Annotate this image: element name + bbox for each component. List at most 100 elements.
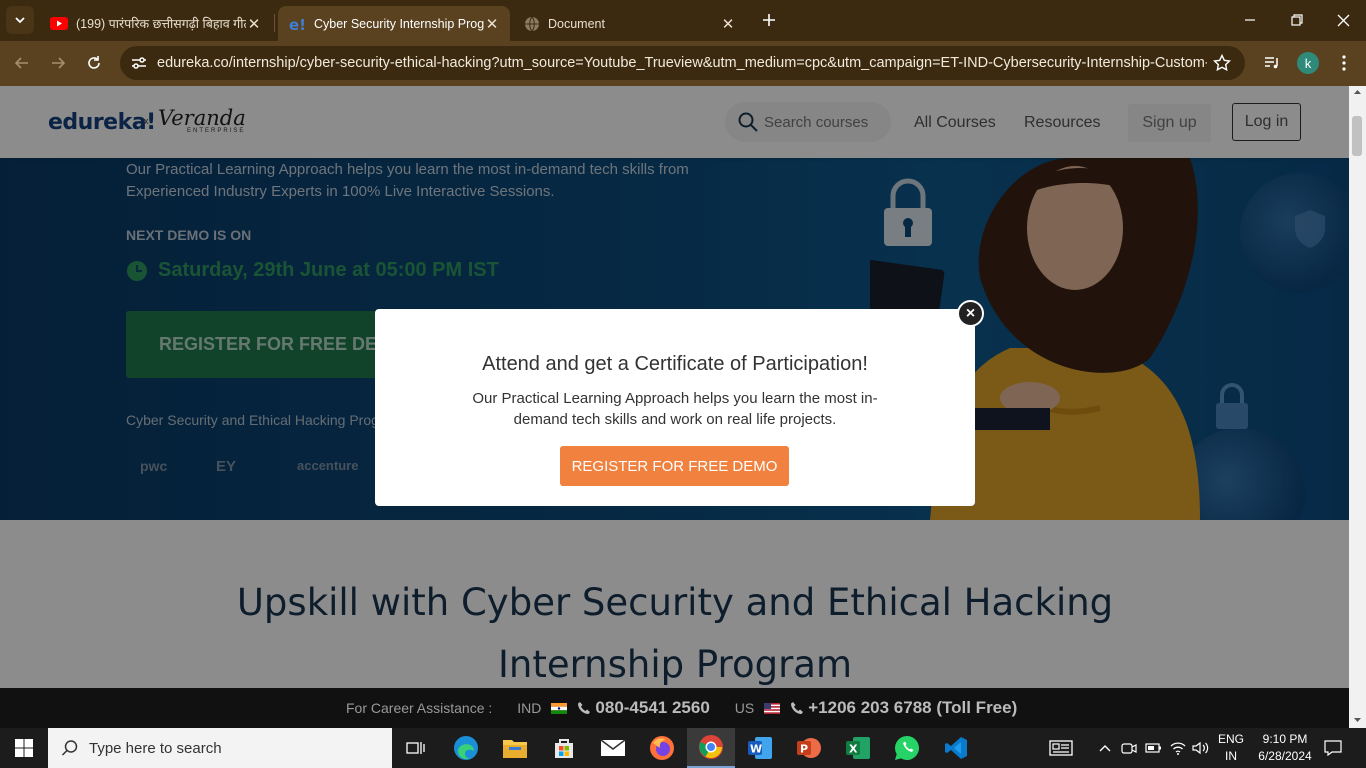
close-window-button[interactable] <box>1326 6 1360 34</box>
powerpoint-icon: P <box>797 738 821 758</box>
demo-modal: Attend and get a Certificate of Particip… <box>375 309 975 506</box>
phone-icon <box>790 701 804 715</box>
taskbar-word[interactable]: W <box>736 728 784 768</box>
playlist-icon <box>1265 57 1278 69</box>
site-settings-icon[interactable] <box>131 56 147 70</box>
page-scrollbar[interactable] <box>1349 86 1366 728</box>
tray-camera[interactable] <box>1119 728 1139 768</box>
taskbar-excel[interactable]: X <box>834 728 882 768</box>
close-tab-icon[interactable]: ✕ <box>484 16 500 33</box>
start-button[interactable] <box>0 728 48 768</box>
tab-search-button[interactable] <box>6 6 34 34</box>
new-tab-button[interactable] <box>757 8 781 32</box>
restore-icon <box>1291 14 1303 26</box>
taskbar-firefox[interactable] <box>638 728 686 768</box>
modal-text: Our Practical Learning Approach helps yo… <box>472 390 878 428</box>
taskbar-vscode[interactable] <box>932 728 980 768</box>
taskbar-mail[interactable] <box>589 728 637 768</box>
ind-phone[interactable]: 080-4541 2560 <box>595 698 709 718</box>
scroll-up-icon[interactable] <box>1349 86 1366 98</box>
modal-register-button[interactable]: REGISTER FOR FREE DEMO <box>560 446 789 486</box>
vscode-icon <box>945 737 967 759</box>
phone-icon <box>577 701 591 715</box>
language-code: ENG <box>1218 732 1245 746</box>
media-controls-button[interactable] <box>1258 49 1286 77</box>
speaker-icon <box>1192 741 1209 755</box>
task-view-icon <box>406 742 425 754</box>
excel-icon: X <box>846 737 870 759</box>
plus-icon <box>763 14 775 26</box>
close-icon <box>1337 14 1349 26</box>
us-phone[interactable]: +1206 203 6788 (Toll Free) <box>808 698 1017 718</box>
edge-icon <box>454 736 478 760</box>
tray-volume[interactable] <box>1191 728 1211 768</box>
taskbar-file-explorer[interactable] <box>491 728 539 768</box>
scrollbar-thumb[interactable] <box>1352 116 1362 156</box>
search-icon <box>61 739 79 757</box>
arrow-right-icon <box>52 57 66 69</box>
browser-menu-button[interactable] <box>1330 49 1358 77</box>
tab-document[interactable]: Document ✕ <box>514 6 746 41</box>
tab-title: (199) पारंपरिक छत्तीसगढ़ी बिहाव गीत <box>76 17 246 31</box>
restore-button[interactable] <box>1280 6 1314 34</box>
forward-button[interactable] <box>44 49 72 77</box>
whatsapp-icon <box>894 736 919 760</box>
india-flag-icon <box>551 702 568 714</box>
clock-date: 6/28/2024 <box>1258 749 1312 763</box>
tab-edureka[interactable]: e! Cyber Security Internship Progr ✕ <box>278 6 510 41</box>
taskbar-chrome[interactable] <box>687 728 735 768</box>
back-button[interactable] <box>8 49 36 77</box>
chrome-icon <box>699 735 723 759</box>
news-icon <box>1049 740 1073 756</box>
modal-close-button[interactable]: × <box>957 300 984 327</box>
arrow-left-icon <box>14 57 28 69</box>
task-view-button[interactable] <box>392 728 440 768</box>
svg-text:X: X <box>849 743 858 756</box>
windows-logo-icon <box>15 739 33 757</box>
taskbar-microsoft-store[interactable] <box>540 728 588 768</box>
notification-center-button[interactable] <box>1322 728 1344 768</box>
taskbar-search-input[interactable]: Type here to search <box>48 728 392 768</box>
reload-button[interactable] <box>80 49 108 77</box>
tab-youtube[interactable]: (199) पारंपरिक छत्तीसगढ़ी बिहाव गीत ✕ <box>40 6 272 41</box>
chevron-down-icon <box>15 17 25 24</box>
url-text[interactable]: edureka.co/internship/cyber-security-eth… <box>157 55 1207 71</box>
taskbar-powerpoint[interactable]: P <box>785 728 833 768</box>
news-widget[interactable] <box>1044 728 1078 768</box>
chevron-up-icon <box>1099 745 1111 752</box>
minimize-icon <box>1245 19 1255 21</box>
windows-taskbar: Type here to search W P X ENG IN 9:10 PM… <box>0 728 1366 768</box>
mail-icon <box>600 739 626 756</box>
close-tab-icon[interactable]: ✕ <box>720 16 736 33</box>
firefox-icon <box>650 736 674 760</box>
tray-wifi[interactable] <box>1168 728 1188 768</box>
clock-time: 9:10 PM <box>1262 732 1308 746</box>
ind-label: IND <box>517 700 542 716</box>
minimize-button[interactable] <box>1233 6 1267 34</box>
address-bar[interactable]: edureka.co/internship/cyber-security-eth… <box>120 46 1245 80</box>
taskbar-clock[interactable]: 9:10 PM 6/28/2024 <box>1252 731 1318 765</box>
svg-text:e!: e! <box>289 16 306 33</box>
globe-icon <box>524 16 540 32</box>
taskbar-whatsapp[interactable] <box>883 728 931 768</box>
scroll-down-icon[interactable] <box>1349 714 1366 726</box>
taskbar-edge[interactable] <box>442 728 490 768</box>
browser-toolbar: edureka.co/internship/cyber-security-eth… <box>0 41 1366 86</box>
career-label: For Career Assistance : <box>346 700 493 716</box>
store-icon <box>555 739 573 758</box>
tab-separator <box>274 14 275 32</box>
web-page: edureka! x Veranda ENTERPRISE Search cou… <box>0 86 1349 728</box>
tray-battery[interactable] <box>1143 728 1163 768</box>
bookmark-star-icon[interactable] <box>1213 54 1231 72</box>
battery-icon <box>1145 743 1161 753</box>
career-assistance-bar: For Career Assistance : IND 080-4541 256… <box>0 688 1349 728</box>
profile-avatar[interactable]: k <box>1297 52 1319 74</box>
taskbar-search-placeholder: Type here to search <box>89 739 222 757</box>
tray-overflow-button[interactable] <box>1096 728 1114 768</box>
language-indicator[interactable]: ENG IN <box>1218 731 1244 765</box>
svg-text:W: W <box>750 743 762 756</box>
camera-icon <box>1121 743 1137 754</box>
youtube-icon <box>50 17 68 30</box>
tab-title: Document <box>548 16 605 31</box>
close-tab-icon[interactable]: ✕ <box>246 16 262 33</box>
